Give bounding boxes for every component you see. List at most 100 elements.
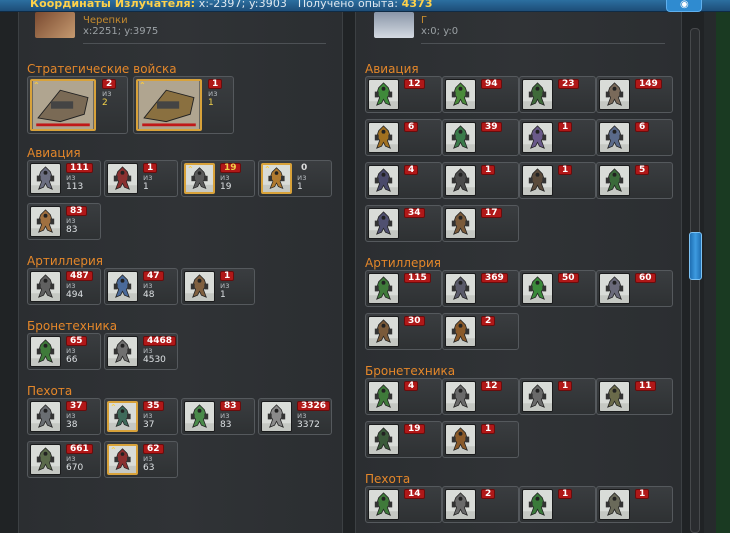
unit-card[interactable]: 11 [596, 378, 673, 415]
unit-count: 83 [66, 206, 87, 216]
unit-count: 3326 [297, 401, 331, 411]
unit-card[interactable]: 19 [365, 421, 442, 458]
unit-count: 1 [143, 163, 158, 173]
unit-card[interactable]: 37 из 38 [27, 398, 101, 435]
unit-of-label: из [66, 346, 76, 355]
scrollbar-thumb[interactable] [689, 232, 702, 280]
unit-card[interactable]: 17 [442, 205, 519, 242]
unit-card[interactable]: 1 [596, 486, 673, 523]
unit-card[interactable]: 12 [442, 378, 519, 415]
unit-thumbnail [522, 381, 553, 412]
unit-of-label: из [66, 454, 76, 463]
unit-of-label: из [143, 173, 153, 182]
unit-card[interactable]: 115 [365, 270, 442, 307]
unit-card[interactable]: 1 [442, 162, 519, 199]
unit-thumbnail [445, 273, 476, 304]
unit-card[interactable]: 661 из 670 [27, 441, 101, 478]
unit-card[interactable]: 3326 из 3372 [258, 398, 332, 435]
unit-card[interactable]: 94 [442, 76, 519, 113]
unit-thumbnail [368, 316, 399, 347]
unit-count: 30 [404, 316, 425, 326]
unit-card[interactable]: ⌃ 1 из 1 [133, 76, 234, 134]
battle-report-window: Координаты Излучателя: x:-2397; y:3903 П… [0, 0, 730, 533]
unit-card[interactable]: ⌃ 0 из 1 [258, 160, 332, 197]
unit-card[interactable]: 12 [365, 76, 442, 113]
unit-thumbnail [368, 381, 399, 412]
unit-card[interactable]: 149 [596, 76, 673, 113]
unit-count: 83 [220, 401, 241, 411]
unit-icon [446, 80, 475, 109]
unit-card[interactable]: 1 из 1 [181, 268, 255, 305]
unit-icon [369, 382, 398, 411]
unit-card[interactable]: 4468 из 4530 [104, 333, 178, 370]
unit-thumbnail [445, 79, 476, 110]
section-title: Бронетехника [365, 364, 456, 378]
unit-card[interactable]: 47 из 48 [104, 268, 178, 305]
unit-card[interactable]: 1 [519, 119, 596, 156]
scrollbar-track[interactable] [690, 28, 700, 533]
unit-card[interactable]: 23 [519, 76, 596, 113]
top-bar: Координаты Излучателя: x:-2397; y:3903 П… [0, 0, 730, 12]
unit-card[interactable]: 1 [442, 421, 519, 458]
unit-card[interactable]: 1 из 1 [104, 160, 178, 197]
unit-card[interactable]: 60 [596, 270, 673, 307]
unit-thumbnail: ⌃ [136, 79, 202, 131]
unit-card[interactable]: 65 из 66 [27, 333, 101, 370]
unit-card[interactable]: 83 из 83 [27, 203, 101, 240]
unit-thumbnail: ⌃ [261, 163, 292, 194]
unit-card[interactable]: ⌃ 19 из 19 [181, 160, 255, 197]
unit-card[interactable]: 14 [365, 486, 442, 523]
unit-card[interactable]: 487 из 494 [27, 268, 101, 305]
player-avatar[interactable] [35, 12, 75, 38]
unit-icon [138, 81, 200, 129]
unit-thumbnail [522, 489, 553, 520]
unit-card[interactable]: ⌃ 35 из 37 [104, 398, 178, 435]
unit-icon [446, 209, 475, 238]
unit-count: 2 [102, 79, 117, 89]
unit-card[interactable]: 111 из 113 [27, 160, 101, 197]
unit-count: 2 [481, 489, 496, 499]
exp-label: Получено опыта: [297, 0, 399, 10]
unit-card[interactable]: 83 из 83 [181, 398, 255, 435]
unit-card[interactable]: 30 [365, 313, 442, 350]
unit-count: 23 [558, 79, 579, 89]
unit-card[interactable]: 2 [442, 313, 519, 350]
attacker-panel: Черепки x:2251; y:3975 Стратегические войс… [18, 12, 343, 533]
unit-of-label: из [102, 89, 112, 98]
view-toggle-button[interactable]: ◉ [666, 0, 702, 12]
unit-total: 2 [102, 98, 108, 108]
unit-count: 111 [66, 163, 93, 173]
unit-card[interactable]: ⌃ 62 из 63 [104, 441, 178, 478]
unit-thumbnail [368, 489, 399, 520]
unit-card[interactable]: 5 [596, 162, 673, 199]
unit-thumbnail [599, 489, 630, 520]
unit-icon [108, 272, 137, 301]
unit-count: 1 [558, 381, 573, 391]
divider [421, 43, 665, 44]
unit-thumbnail [368, 122, 399, 153]
unit-card[interactable]: ⌃ 2 из 2 [27, 76, 128, 134]
unit-icon [446, 425, 475, 454]
unit-card[interactable]: 4 [365, 162, 442, 199]
unit-card[interactable]: 39 [442, 119, 519, 156]
unit-card[interactable]: 34 [365, 205, 442, 242]
unit-count: 11 [635, 381, 656, 391]
unit-card[interactable]: 1 [519, 486, 596, 523]
player-avatar[interactable] [374, 12, 414, 38]
unit-card[interactable]: 369 [442, 270, 519, 307]
unit-count: 6 [404, 122, 419, 132]
unit-card[interactable]: 2 [442, 486, 519, 523]
unit-card[interactable]: 1 [519, 378, 596, 415]
unit-count: 19 [404, 424, 425, 434]
unit-card[interactable]: 50 [519, 270, 596, 307]
unit-card[interactable]: 6 [596, 119, 673, 156]
unit-icon [600, 490, 629, 519]
unit-card[interactable]: 1 [519, 162, 596, 199]
unit-total: 48 [143, 290, 155, 300]
unit-card[interactable]: 6 [365, 119, 442, 156]
unit-icon [600, 123, 629, 152]
unit-card[interactable]: 4 [365, 378, 442, 415]
unit-count: 39 [481, 122, 502, 132]
unit-count: 1 [481, 424, 496, 434]
section-title: Артиллерия [365, 256, 441, 270]
